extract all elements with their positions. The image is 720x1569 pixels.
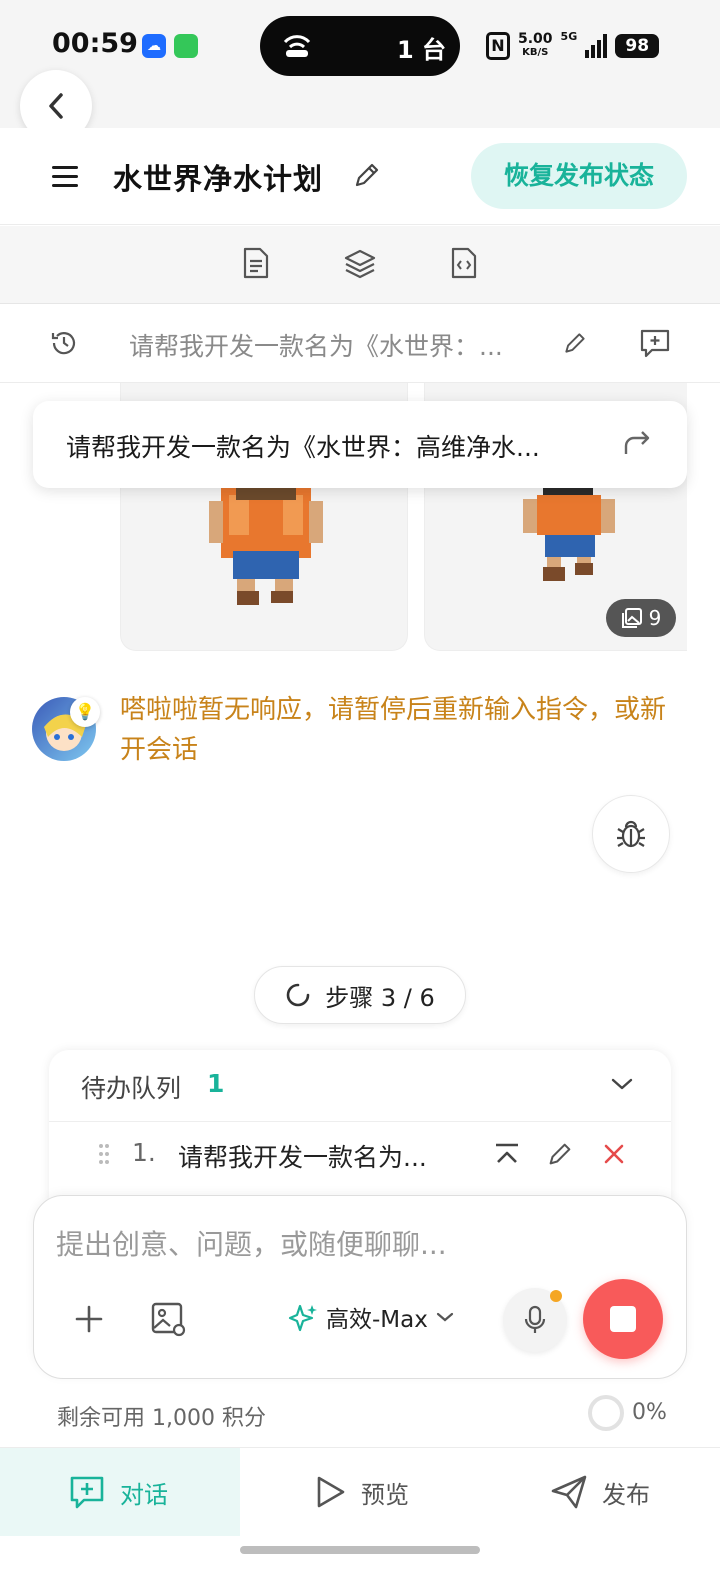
stop-generation-button[interactable] (583, 1279, 663, 1359)
code-file-icon[interactable] (450, 246, 480, 282)
move-to-top-icon[interactable] (493, 1142, 521, 1172)
restore-publish-button[interactable]: 恢复发布状态 (471, 143, 687, 209)
model-selector[interactable]: 高效-Max (288, 1300, 454, 1334)
menu-icon[interactable] (52, 166, 78, 187)
tab-chat-label: 对话 (120, 1480, 168, 1509)
nfc-icon: N (486, 32, 510, 60)
chat-input[interactable] (56, 1222, 656, 1266)
new-comment-icon[interactable] (638, 327, 672, 363)
assistant-message: 嗒啦啦暂无响应，请暂停后重新输入指令，或新开会话 (120, 695, 667, 765)
microphone-icon (524, 1305, 546, 1333)
queue-item-number: 1. (132, 1138, 156, 1167)
current-prompt-text[interactable]: 请帮我开发一款名为《水世界：... (129, 327, 549, 363)
tab-publish[interactable]: 发布 (550, 1470, 650, 1514)
cloud-app-icon: ☁ (142, 34, 166, 58)
tab-preview[interactable]: 预览 (313, 1470, 409, 1514)
lightbulb-icon: 💡 (70, 697, 100, 727)
project-title: 水世界净水计划 (113, 162, 324, 196)
usage-percent: 0% (632, 1400, 667, 1425)
step-progress-indicator: 步骤 3 / 6 (254, 966, 466, 1024)
send-icon (551, 1475, 587, 1509)
signal-icon (585, 34, 608, 58)
popup-prompt-text: 请帮我开发一款名为《水世界：高维净水... (66, 433, 540, 462)
drag-handle-icon[interactable] (98, 1142, 110, 1170)
messages-app-icon (174, 34, 198, 58)
play-icon (317, 1476, 345, 1508)
tab-preview-label: 预览 (361, 1480, 409, 1509)
chevron-left-icon (49, 93, 63, 119)
edit-prompt-icon[interactable] (562, 330, 588, 360)
loading-spinner-icon (286, 983, 310, 1007)
model-name: 高效-Max (326, 1307, 428, 1333)
image-count-badge[interactable]: 9 (606, 599, 676, 637)
share-forward-icon[interactable] (622, 428, 652, 462)
chat-add-icon (70, 1476, 104, 1509)
debug-button[interactable] (592, 795, 670, 873)
network-type: 5G (560, 30, 578, 43)
edit-title-icon[interactable] (352, 160, 382, 194)
sparkle-icon (288, 1304, 317, 1332)
queue-title: 待办队列 (81, 1074, 182, 1103)
home-indicator[interactable] (240, 1546, 480, 1554)
credits-remaining: 剩余可用 1,000 积分 (57, 1406, 266, 1431)
step-label: 步骤 3 / 6 (325, 983, 435, 1012)
hotspot-icon (282, 32, 312, 64)
queue-count: 1 (207, 1069, 225, 1098)
document-icon[interactable] (242, 246, 272, 282)
battery-indicator: 98 (615, 34, 660, 58)
network-speed: 5.00 KB/S (518, 31, 553, 58)
connected-devices-count: 1 台 (397, 36, 447, 64)
status-time: 00:59 (52, 28, 138, 59)
tab-chat[interactable]: 对话 (68, 1470, 168, 1514)
bug-icon (617, 820, 645, 848)
delete-item-icon[interactable] (603, 1143, 625, 1169)
add-icon[interactable] (74, 1304, 104, 1338)
chevron-down-icon (436, 1312, 453, 1322)
gallery-icon (621, 608, 642, 628)
image-count: 9 (648, 606, 662, 630)
stop-icon (610, 1306, 636, 1332)
queue-item-text[interactable]: 请帮我开发一款名为... (178, 1138, 458, 1174)
tab-publish-label: 发布 (602, 1480, 650, 1509)
queue-divider (49, 1121, 671, 1122)
status-right: N 5.00 KB/S 5G 98 (486, 30, 660, 62)
usage-ring (588, 1395, 624, 1431)
layers-icon[interactable] (343, 248, 376, 284)
notification-dot (550, 1290, 562, 1302)
history-icon[interactable] (49, 328, 79, 362)
chevron-down-icon[interactable] (610, 1076, 634, 1096)
edit-item-icon[interactable] (546, 1140, 574, 1172)
image-settings-icon[interactable] (150, 1300, 188, 1342)
